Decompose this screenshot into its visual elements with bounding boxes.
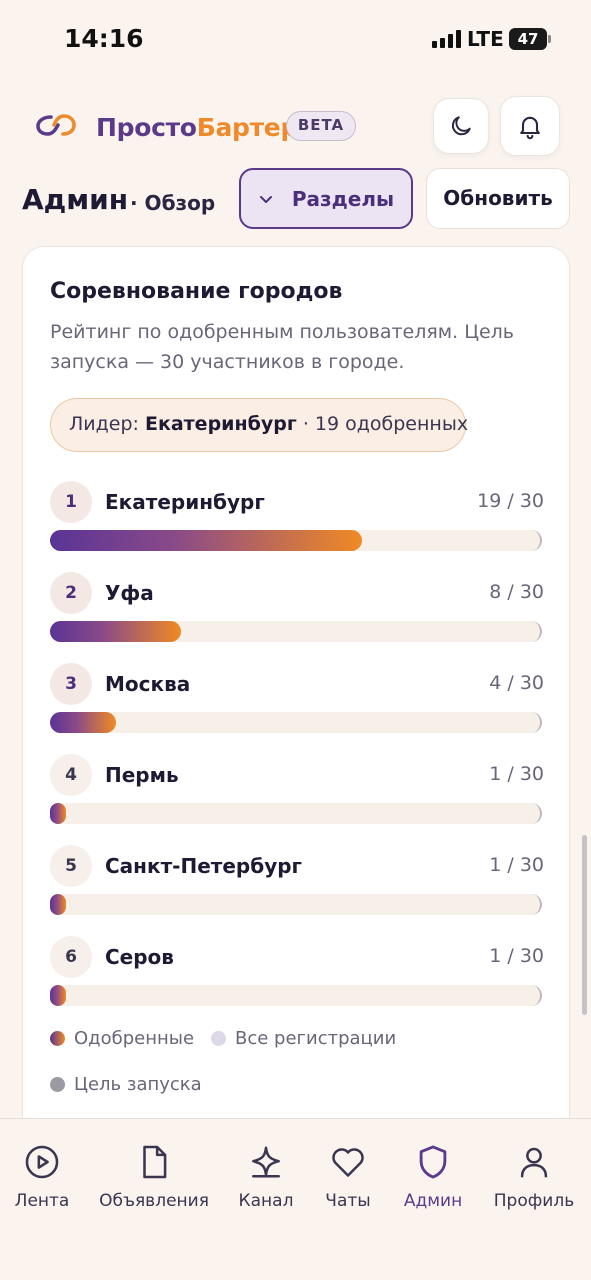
theme-toggle-button[interactable] (433, 98, 489, 154)
leader-name: Екатеринбург (144, 413, 297, 435)
brand-name: ПростоБартер (96, 113, 298, 142)
city-name: Уфа (105, 581, 154, 605)
nav-label: Канал (238, 1191, 294, 1211)
shield-icon (419, 1145, 447, 1179)
rank-badge: 6 (50, 936, 92, 978)
progress-fill (50, 894, 66, 915)
page-title: Админ (22, 183, 129, 216)
status-time: 14:16 (64, 24, 144, 53)
progress-track (50, 803, 542, 824)
page-subtitle: · Обзор (130, 191, 216, 215)
progress-fill (50, 621, 181, 642)
legend-approved-label: Одобренные (74, 1028, 195, 1049)
city-row: 4 Пермь 1 / 30 (50, 754, 544, 834)
refresh-button[interactable]: Обновить (426, 168, 570, 229)
sparkle-icon (252, 1146, 280, 1178)
nav-label: Админ (403, 1191, 463, 1211)
nav-item-feed[interactable]: Лента (0, 1143, 97, 1211)
document-icon (143, 1145, 167, 1179)
legend-goal-dot (50, 1077, 65, 1092)
city-row: 1 Екатеринбург 19 / 30 (50, 481, 544, 561)
nav-item-listings[interactable]: Объявления (99, 1143, 209, 1211)
user-icon (520, 1147, 548, 1178)
status-bar: 14:16 LTE 47 (0, 0, 591, 80)
nav-label: Лента (14, 1191, 70, 1211)
rank-badge: 5 (50, 845, 92, 887)
progress-track (50, 621, 542, 642)
battery-icon: 47 (509, 28, 551, 50)
brand-part1: Просто (96, 113, 197, 142)
city-count: 1 / 30 (489, 945, 544, 967)
legend-approved: Одобренные (50, 1028, 194, 1049)
city-row: 3 Москва 4 / 30 (50, 663, 544, 743)
progress-fill (50, 530, 362, 551)
signal-icon (432, 30, 461, 48)
leader-badge: Лидер: Екатеринбург · 19 одобренных (50, 398, 469, 452)
legend-approved-dot (50, 1031, 65, 1046)
city-count: 4 / 30 (489, 672, 544, 694)
rank-badge: 2 (50, 572, 92, 614)
beta-badge: BETA (286, 111, 356, 141)
play-circle-icon (25, 1145, 59, 1179)
card-title: Соревнование городов (50, 279, 343, 304)
rank-badge: 1 (50, 481, 92, 523)
card-description: Рейтинг по одобренным пользователям. Цел… (50, 321, 514, 373)
city-count: 19 / 30 (477, 490, 544, 512)
city-count: 1 / 30 (489, 854, 544, 876)
city-competition-card: Соревнование городов Рейтинг по одобренн… (22, 246, 570, 1146)
city-row: 6 Серов 1 / 30 (50, 936, 544, 1016)
nav-label: Объявления (99, 1191, 209, 1211)
network-label: LTE (467, 27, 504, 51)
legend-all-label: Все регистрации (235, 1028, 397, 1049)
progress-fill (50, 712, 116, 733)
nav-label: Профиль (493, 1191, 575, 1211)
city-count: 1 / 30 (489, 763, 544, 785)
city-name: Москва (105, 672, 191, 696)
brand-part2: Бартер (196, 113, 299, 142)
city-count: 8 / 30 (489, 581, 544, 603)
bell-icon (520, 116, 540, 140)
legend-goal: Цель запуска (50, 1074, 202, 1095)
notifications-button[interactable] (500, 96, 560, 156)
nav-item-admin[interactable]: Админ (378, 1143, 488, 1211)
city-name: Пермь (105, 763, 179, 787)
heart-icon (332, 1148, 364, 1177)
progress-track (50, 712, 542, 733)
scrollbar[interactable] (582, 835, 587, 1015)
progress-track (50, 894, 542, 915)
nav-item-profile[interactable]: Профиль (479, 1143, 589, 1211)
city-row: 5 Санкт-Петербург 1 / 30 (50, 845, 544, 925)
progress-track (50, 530, 542, 551)
city-name: Серов (105, 945, 174, 969)
progress-fill (50, 985, 66, 1006)
legend-all-dot (211, 1031, 226, 1046)
sections-button[interactable]: Разделы (239, 168, 413, 229)
city-name: Екатеринбург (105, 490, 265, 514)
leader-prefix: Лидер: (69, 413, 145, 435)
progress-track (50, 985, 542, 1006)
rank-badge: 3 (50, 663, 92, 705)
logo-icon (36, 110, 76, 140)
rank-badge: 4 (50, 754, 92, 796)
city-row: 2 Уфа 8 / 30 (50, 572, 544, 652)
legend-all: Все регистрации (211, 1028, 396, 1049)
sections-label: Разделы (291, 186, 395, 211)
legend-goal-label: Цель запуска (74, 1074, 202, 1095)
chevron-down-icon (259, 195, 272, 203)
bottom-nav: Лента Объявления Канал Чаты Админ Профил… (0, 1118, 591, 1280)
leader-suffix: · 19 одобренных (296, 413, 469, 435)
city-name: Санкт-Петербург (105, 854, 303, 878)
progress-fill (50, 803, 66, 824)
moon-icon (451, 116, 471, 136)
nav-label: Чаты (325, 1191, 371, 1211)
